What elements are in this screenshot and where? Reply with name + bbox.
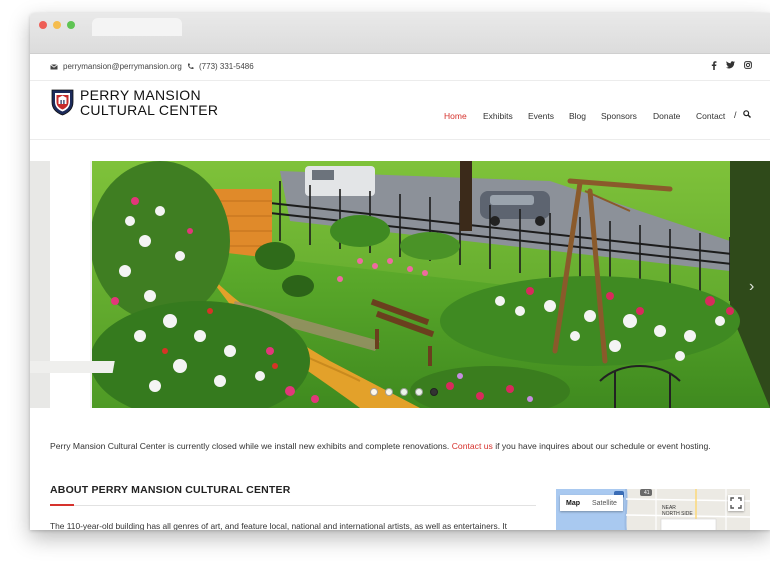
contact-us-link[interactable]: Contact us	[452, 441, 493, 451]
instagram-icon[interactable]	[744, 61, 752, 69]
about-heading: ABOUT PERRY MANSION CULTURAL CENTER	[50, 484, 291, 496]
nav-home[interactable]: Home	[444, 111, 467, 121]
social-links	[711, 61, 752, 70]
browser-tab[interactable]	[92, 18, 182, 36]
brand-line-1: PERRY MANSION	[80, 87, 201, 103]
fullscreen-icon	[730, 497, 742, 509]
google-map[interactable]: Map Satellite 41 NEAR NORTH SIDE	[556, 489, 750, 530]
notice-text-after: if you have inquires about our schedule …	[495, 441, 711, 451]
brand-line-2: CULTURAL CENTER	[80, 102, 219, 118]
close-window-button[interactable]	[39, 21, 47, 29]
slider-dot-4[interactable]	[415, 388, 423, 396]
maximize-window-button[interactable]	[67, 21, 75, 29]
site-brand[interactable]: PERRY MANSION CULTURAL CENTER	[80, 88, 218, 118]
hero-slider-image[interactable]	[30, 161, 770, 408]
phone-icon	[187, 63, 194, 70]
nav-blog[interactable]: Blog	[569, 111, 586, 121]
nav-separator: /	[734, 110, 737, 120]
map-tab-satellite[interactable]: Satellite	[586, 500, 623, 507]
minimize-window-button[interactable]	[53, 21, 61, 29]
map-fullscreen-button[interactable]	[728, 495, 744, 511]
slider-dot-1[interactable]	[370, 388, 378, 396]
map-label-north-side: NORTH SIDE	[662, 511, 693, 517]
phone-text[interactable]: (773) 331-5486	[199, 62, 254, 71]
browser-window: perrymansion@perrymansion.org (773) 331-…	[30, 13, 770, 530]
notice-text-before: Perry Mansion Cultural Center is current…	[50, 441, 450, 451]
search-icon[interactable]	[743, 110, 751, 118]
slider-dot-5[interactable]	[430, 388, 438, 396]
main-navbar: PERRY MANSION CULTURAL CENTER Home Exhib…	[30, 81, 770, 140]
phone-contact[interactable]: (773) 331-5486	[187, 62, 254, 71]
nav-contact[interactable]: Contact	[696, 111, 725, 121]
envelope-icon	[50, 63, 58, 69]
nav-donate[interactable]: Donate	[653, 111, 680, 121]
slider-dot-3[interactable]	[400, 388, 408, 396]
about-divider-accent	[50, 504, 74, 506]
about-paragraph: The 110-year-old building has all genres…	[50, 521, 508, 530]
slider-next-arrow-icon[interactable]: ›	[749, 278, 754, 296]
twitter-icon[interactable]	[726, 61, 735, 69]
closure-notice: Perry Mansion Cultural Center is current…	[50, 441, 711, 451]
nav-events[interactable]: Events	[528, 111, 554, 121]
facebook-icon[interactable]	[711, 61, 717, 70]
map-tab-map[interactable]: Map	[560, 500, 586, 507]
garden-photo	[30, 161, 770, 408]
slider-pagination	[370, 388, 438, 396]
browser-titlebar	[30, 13, 770, 54]
slider-dot-2[interactable]	[385, 388, 393, 396]
map-route-shield: 41	[644, 490, 650, 496]
top-contact-bar: perrymansion@perrymansion.org (773) 331-…	[30, 54, 770, 81]
email-contact[interactable]: perrymansion@perrymansion.org	[50, 62, 182, 71]
nav-exhibits[interactable]: Exhibits	[483, 111, 513, 121]
crest-logo-icon[interactable]	[50, 88, 75, 116]
nav-sponsors[interactable]: Sponsors	[601, 111, 637, 121]
email-text[interactable]: perrymansion@perrymansion.org	[63, 62, 182, 71]
about-divider	[50, 505, 536, 506]
map-type-control: Map Satellite	[560, 495, 623, 511]
